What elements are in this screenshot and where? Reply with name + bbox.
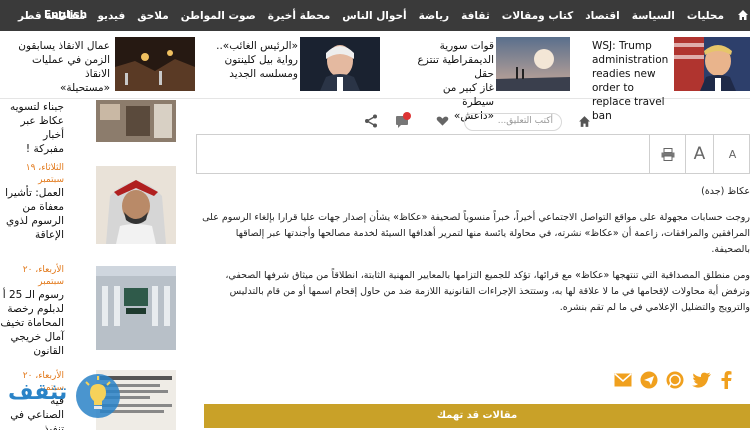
- article-toolbar: أكتب التعليق...: [196, 110, 750, 132]
- headline-image[interactable]: [115, 37, 195, 91]
- headline-line: قوات سورية: [439, 40, 494, 52]
- headline-line: «الرئيس الغائب»..: [216, 40, 298, 52]
- nav-item-supplements[interactable]: ملاحق: [131, 10, 175, 22]
- headline-line: عمال الانقاذ يسابقون: [18, 40, 110, 52]
- headline-text[interactable]: عمال الانقاذ يسابقون الزمن في عمليات الا…: [4, 39, 110, 95]
- reading-tools-bar: A A: [196, 134, 750, 174]
- nav-item-politics[interactable]: السياسة: [626, 10, 681, 22]
- heart-icon[interactable]: [436, 115, 449, 127]
- headline-line: «مستحيلة»: [59, 82, 110, 94]
- related-articles-bar[interactable]: مقالات قد تهمك: [204, 404, 750, 428]
- sidebar-line: رسوم الـ 25 أ: [2, 289, 64, 301]
- headline-text[interactable]: «الرئيس الغائب».. رواية بيل كلينتون ومسل…: [214, 39, 298, 81]
- headline-item[interactable]: قوات سورية الديمقراطية تنتزع حقل غاز كبي…: [410, 37, 570, 122]
- headline-strip: WSJ: Trump administration readies new or…: [0, 31, 750, 122]
- article-paragraph: ومن منطلق المصداقية التي تنتهجها «عكاظ» …: [225, 270, 750, 313]
- headline-line: administration: [592, 54, 669, 66]
- font-size-large-label: A: [693, 144, 706, 164]
- sidebar-item-text[interactable]: الأربعاء، ٢٠ سبتمبر رسوم الـ 25 أ لدبلوم…: [0, 264, 64, 358]
- print-icon: [661, 147, 674, 161]
- nav-item-local[interactable]: محليات: [681, 10, 730, 22]
- article-byline: عكاظ (جدة): [701, 186, 750, 197]
- page: English محليات السياسة اقتصاد كتاب ومقال…: [0, 0, 750, 430]
- headline-line: رواية بيل كلينتون: [224, 54, 298, 66]
- comment-input[interactable]: أكتب التعليق...: [464, 113, 562, 131]
- headline-item[interactable]: WSJ: Trump administration readies new or…: [574, 37, 750, 122]
- sidebar-item-text[interactable]: جبناء لتسويه عكاظ عبر أخبار مفبركة !: [0, 100, 64, 156]
- headline-line: الديمقراطية تنتزع حقل: [417, 54, 494, 80]
- nav-item-citizen-voice[interactable]: صوت المواطن: [175, 10, 262, 22]
- sidebar-line: عكاظ عبر أخبار: [20, 115, 64, 141]
- nav-menu: محليات السياسة اقتصاد كتاب ومقالات ثقافة…: [12, 0, 736, 31]
- font-size-small-label: A: [728, 147, 737, 161]
- sidebar-item-text[interactable]: الثلاثاء، ١٩ سبتمبر العمل: تأشيرا معفاة …: [0, 162, 64, 242]
- headline-line: WSJ: Trump: [592, 40, 652, 52]
- twitter-icon[interactable]: [692, 372, 712, 388]
- sidebar-item-date: الأربعاء، ٢٠ سبتمبر: [22, 265, 64, 287]
- article-paragraph: روجت حسابات مجهولة على مواقع التواصل الا…: [202, 212, 750, 255]
- font-size-large-button[interactable]: A: [685, 135, 713, 173]
- sidebar-line: جبناء لتسويه: [9, 101, 64, 113]
- sidebar-line: العمل: تأشيرا: [5, 187, 64, 199]
- sidebar-item-image[interactable]: [96, 100, 176, 142]
- share-bar: [614, 370, 732, 390]
- sidebar-item[interactable]: الثلاثاء، ١٩ سبتمبر العمل: تأشيرا معفاة …: [0, 162, 180, 252]
- share-icon[interactable]: [364, 114, 378, 128]
- headline-item[interactable]: «الرئيس الغائب».. رواية بيل كلينتون ومسل…: [216, 37, 406, 93]
- tathqaf-logo: تثقف: [4, 370, 124, 430]
- nav-item-last-station[interactable]: محطة أخيرة: [262, 10, 337, 22]
- headline-image[interactable]: [496, 37, 570, 91]
- sidebar-line: الرسوم لذوي: [6, 215, 64, 227]
- sidebar-line: لدبلوم رخصة: [7, 303, 64, 315]
- comments-icon[interactable]: [394, 112, 412, 128]
- sidebar-line: معفاة من: [22, 201, 64, 213]
- home-icon[interactable]: [578, 115, 591, 128]
- nav-item-video[interactable]: فيديو: [91, 10, 131, 22]
- sidebar-item[interactable]: الأربعاء، ٢٠ سبتمبر رسوم الـ 25 أ لدبلوم…: [0, 264, 180, 360]
- email-icon[interactable]: [614, 372, 632, 388]
- sidebar-line: الإعاقة: [34, 229, 64, 241]
- nav-item-people[interactable]: أحوال الناس: [336, 10, 412, 22]
- headline-line: الزمن في عمليات الانقاذ: [31, 54, 110, 80]
- headline-image[interactable]: [674, 37, 750, 91]
- headline-line: readies new order to: [592, 68, 656, 94]
- sidebar-line: مفبركة !: [25, 143, 64, 155]
- sidebar-item[interactable]: جبناء لتسويه عكاظ عبر أخبار مفبركة !: [0, 100, 180, 155]
- whatsapp-icon[interactable]: [666, 371, 684, 389]
- headline-line: ومسلسه الجديد: [229, 68, 298, 80]
- home-icon[interactable]: [737, 9, 749, 21]
- sidebar-item-image[interactable]: [96, 266, 176, 350]
- related-sidebar: جبناء لتسويه عكاظ عبر أخبار مفبركة ! الث…: [0, 100, 180, 430]
- article-body: عكاظ (جدة) روجت حسابات مجهولة على مواقع …: [196, 184, 750, 326]
- headline-image[interactable]: [300, 37, 380, 91]
- nav-item-culture[interactable]: ثقافة: [455, 10, 496, 22]
- headline-item[interactable]: عمال الانقاذ يسابقون الزمن في عمليات الا…: [0, 37, 200, 95]
- print-button[interactable]: [649, 135, 685, 173]
- sidebar-line: المحاماة تخيف: [0, 317, 64, 329]
- nav-item-qatar-boycott[interactable]: مقاطعة قطر: [12, 10, 91, 22]
- sidebar-item-date: الثلاثاء، ١٩ سبتمبر: [25, 163, 64, 185]
- sidebar-line: آمال خريجي: [10, 331, 64, 343]
- nav-item-writers[interactable]: كتاب ومقالات: [496, 10, 579, 22]
- sidebar-item-image[interactable]: [96, 166, 176, 244]
- facebook-icon[interactable]: [720, 371, 732, 389]
- nav-item-economy[interactable]: اقتصاد: [579, 10, 625, 22]
- logo-text: تثقف: [8, 380, 68, 405]
- font-size-small-button[interactable]: A: [713, 135, 750, 173]
- top-nav: English محليات السياسة اقتصاد كتاب ومقال…: [0, 0, 750, 31]
- telegram-icon[interactable]: [640, 371, 658, 389]
- nav-item-sports[interactable]: رياضة: [413, 10, 455, 22]
- article-column: أكتب التعليق... A A عكاظ (جدة) روجت حساب…: [196, 100, 750, 430]
- sidebar-line: القانون: [33, 345, 64, 357]
